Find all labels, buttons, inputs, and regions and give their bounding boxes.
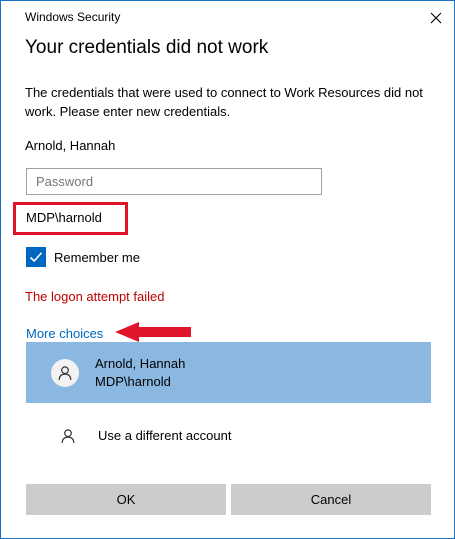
dialog-message: The credentials that were used to connec… (25, 85, 423, 119)
account-domain-user: MDP\harnold (95, 373, 171, 389)
error-message: The logon attempt failed (25, 289, 165, 304)
windows-security-dialog: Windows Security Your credentials did no… (0, 0, 455, 539)
cancel-button[interactable]: Cancel (231, 484, 431, 515)
title-bar: Windows Security (1, 1, 454, 33)
account-name: Arnold, Hannah (95, 355, 186, 371)
window-title: Windows Security (25, 10, 121, 24)
close-icon (430, 12, 442, 24)
user-name-label: Arnold, Hannah (25, 138, 116, 153)
close-button[interactable] (424, 7, 448, 29)
use-different-account-label: Use a different account (98, 427, 232, 443)
more-choices-link[interactable]: More choices (26, 326, 103, 341)
use-different-account-option[interactable]: Use a different account (26, 413, 431, 458)
user-icon (54, 422, 82, 450)
remember-me-label: Remember me (54, 249, 140, 265)
user-avatar-icon (51, 358, 79, 387)
password-input[interactable] (26, 168, 322, 195)
checkbox-checked-icon (26, 247, 46, 267)
annotation-arrow-icon (115, 322, 191, 342)
remember-me-checkbox[interactable]: Remember me (26, 247, 140, 267)
domain-user-label: MDP\harnold (26, 210, 102, 225)
dialog-heading: Your credentials did not work (25, 37, 269, 58)
account-option-arnold-hannah[interactable]: Arnold, Hannah MDP\harnold (26, 342, 431, 403)
ok-button[interactable]: OK (26, 484, 226, 515)
